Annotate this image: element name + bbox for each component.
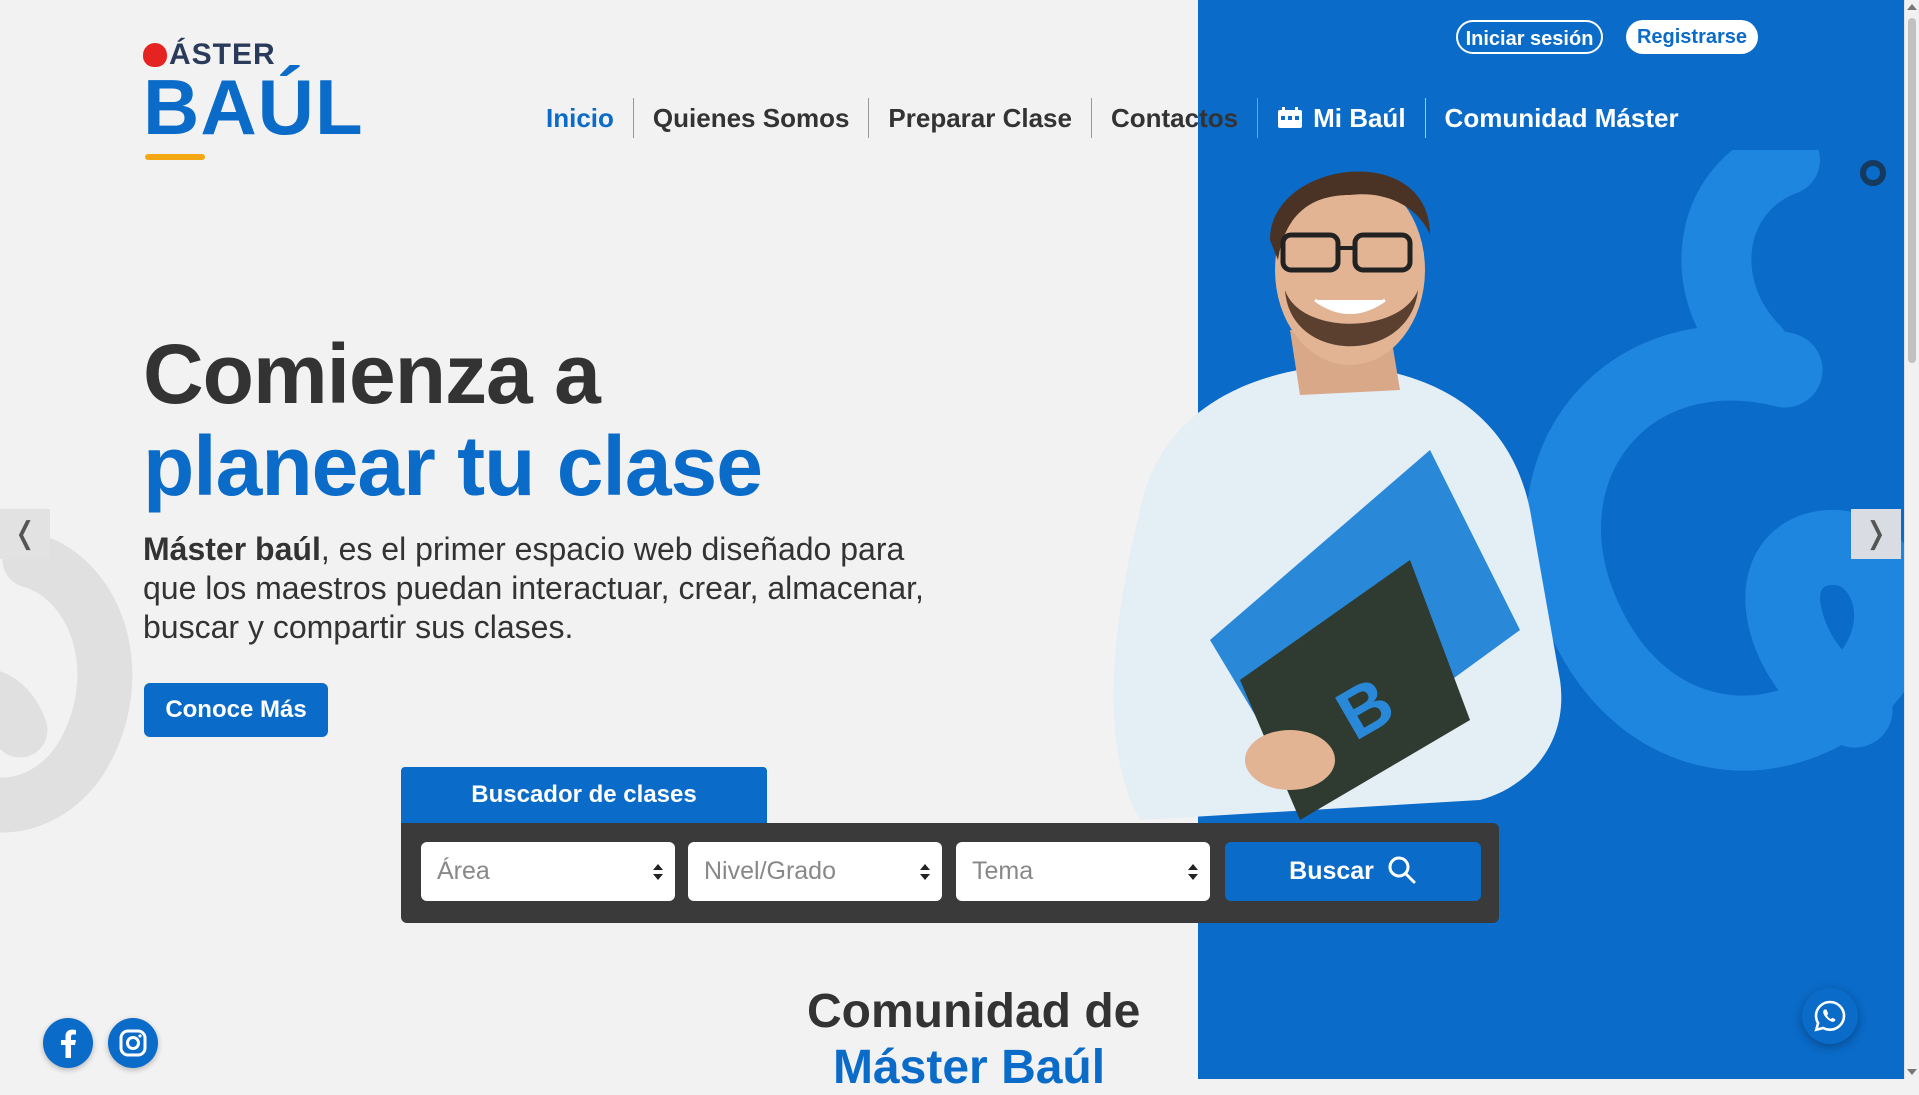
nivel-select-placeholder: Nivel/Grado: [704, 857, 836, 885]
select-caret-icon: [653, 864, 663, 880]
scroll-thumb[interactable]: [1908, 18, 1916, 363]
scroll-down-icon[interactable]: [1907, 1069, 1917, 1075]
nav-item-preparar-clase[interactable]: Preparar Clase: [869, 98, 1092, 138]
area-select[interactable]: Área: [421, 842, 675, 901]
facebook-button[interactable]: [43, 1018, 93, 1068]
tema-select-placeholder: Tema: [972, 857, 1034, 885]
chevron-left-icon[interactable]: ❬: [0, 509, 50, 559]
login-button[interactable]: Iniciar sesión: [1456, 20, 1603, 54]
master-baul-logo[interactable]: ÁSTER BAÚL: [143, 34, 363, 160]
nivel-grado-select[interactable]: Nivel/Grado: [688, 842, 942, 901]
class-search-bar: Área Nivel/Grado Tema Buscar: [401, 823, 1499, 923]
community-heading-line1: Comunidad de: [807, 985, 1141, 1038]
nav-item-comunidad-master[interactable]: Comunidad Máster: [1426, 98, 1698, 138]
instagram-icon: [119, 1029, 147, 1057]
hero-description-bold: Máster baúl: [143, 531, 321, 567]
search-button[interactable]: Buscar: [1225, 842, 1481, 901]
nav-item-mi-baul[interactable]: Mi Baúl: [1258, 98, 1426, 138]
conoce-mas-button[interactable]: Conoce Más: [144, 683, 328, 737]
calendar-icon: [1278, 107, 1303, 128]
hero-title-line2: planear tu clase: [143, 419, 763, 513]
whatsapp-icon: [1814, 1000, 1846, 1032]
logo-underline: [145, 154, 205, 160]
hero-description: Máster baúl, es el primer espacio web di…: [143, 530, 933, 647]
nav-item-contactos[interactable]: Contactos: [1092, 98, 1259, 138]
whatsapp-button[interactable]: [1802, 988, 1858, 1044]
tema-select[interactable]: Tema: [956, 842, 1210, 901]
select-caret-icon: [1188, 864, 1198, 880]
nav-item-inicio[interactable]: Inicio: [527, 98, 634, 138]
logo-bottom-text: BAÚL: [143, 63, 364, 151]
loading-spinner-icon: [1860, 160, 1886, 186]
register-button[interactable]: Registrarse: [1626, 20, 1758, 54]
apple-decoration-left: [0, 532, 133, 833]
search-button-label: Buscar: [1289, 857, 1374, 885]
page-scrollbar[interactable]: [1904, 0, 1919, 1079]
facebook-icon: [61, 1029, 76, 1058]
instagram-button[interactable]: [108, 1018, 158, 1068]
select-caret-icon: [920, 864, 930, 880]
search-tab[interactable]: Buscador de clases: [401, 767, 767, 823]
community-heading-line2: Máster Baúl: [833, 1041, 1106, 1094]
hero-title-line1: Comienza a: [143, 327, 601, 421]
chevron-right-icon[interactable]: ❭: [1851, 509, 1901, 559]
area-select-placeholder: Área: [437, 857, 490, 885]
scroll-up-icon[interactable]: [1907, 4, 1917, 10]
main-nav: Inicio Quienes Somos Preparar Clase Cont…: [527, 98, 1698, 138]
search-icon: [1388, 856, 1416, 884]
nav-item-quienes-somos[interactable]: Quienes Somos: [634, 98, 870, 138]
teacher-photo: B: [1113, 171, 1562, 820]
nav-item-mi-baul-label: Mi Baúl: [1313, 103, 1406, 133]
